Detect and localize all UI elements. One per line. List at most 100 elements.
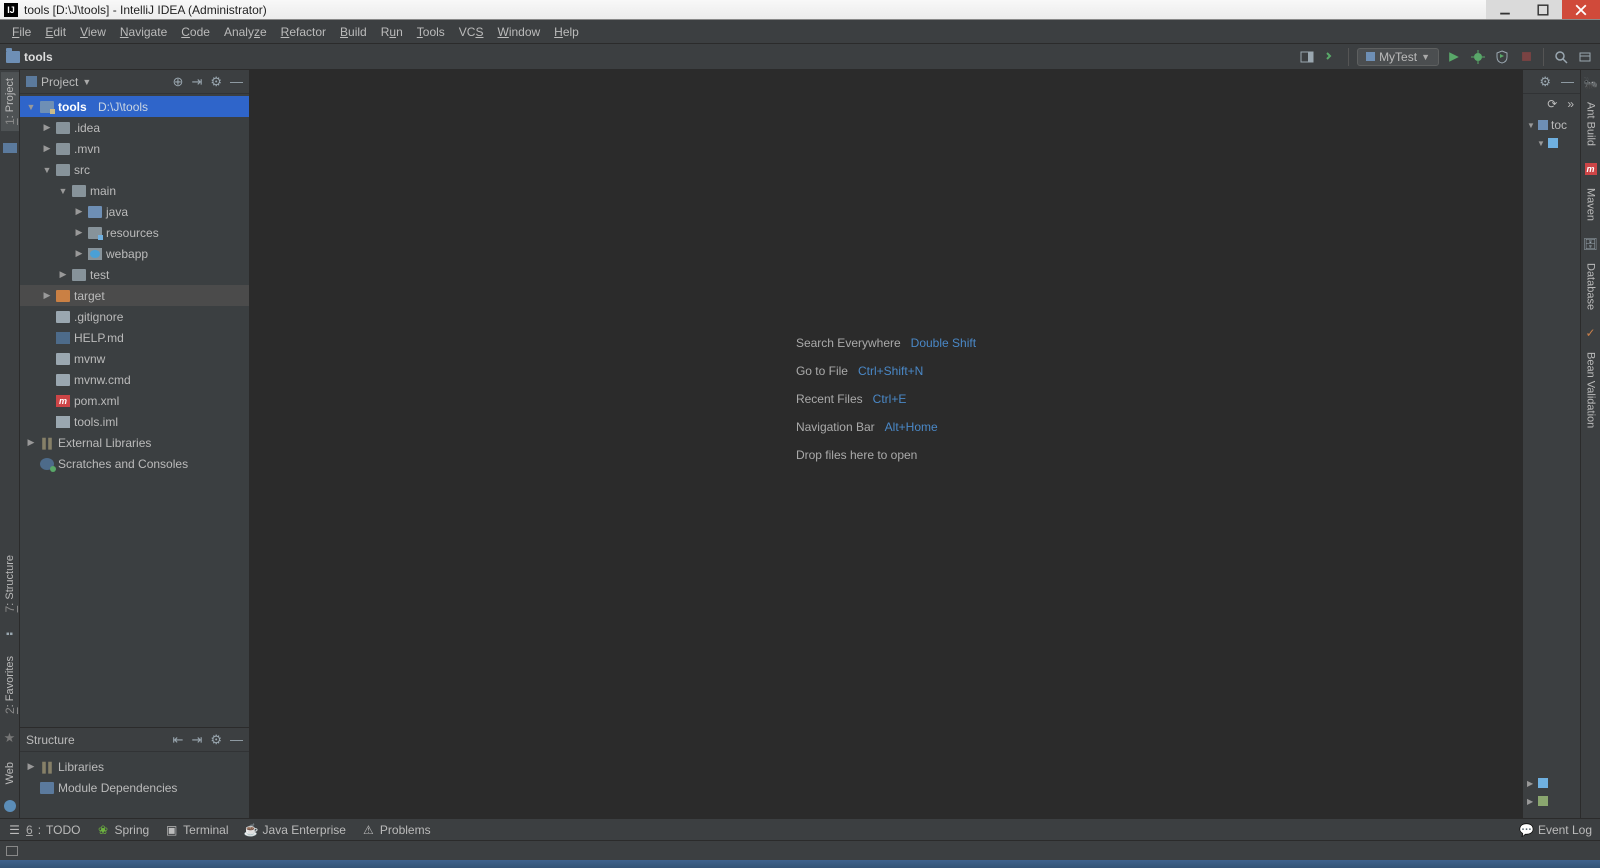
bt-spring[interactable]: ❀Spring <box>96 823 149 837</box>
bt-problems[interactable]: ⚠Problems <box>362 823 431 837</box>
gear-icon[interactable]: ⚙ <box>210 74 222 90</box>
folder-icon <box>72 269 86 281</box>
hide-icon[interactable]: — <box>1561 74 1574 89</box>
tree-node-main[interactable]: main <box>20 180 249 201</box>
event-log-icon: 💬 <box>1520 823 1533 836</box>
menu-help[interactable]: Help <box>548 23 585 41</box>
module-folder-icon <box>40 101 54 113</box>
tab-favorites[interactable]: 2: Favorites <box>1 650 19 720</box>
tab-project[interactable]: 1: Project <box>1 72 19 131</box>
tree-node-src[interactable]: src <box>20 159 249 180</box>
tree-node-test[interactable]: test <box>20 264 249 285</box>
hint-navigation-bar: Navigation BarAlt+Home <box>796 420 976 434</box>
right-tree-root[interactable]: ▼toc <box>1527 116 1576 134</box>
expand-icon[interactable]: ⇤ <box>173 732 184 748</box>
menu-tools[interactable]: Tools <box>411 23 451 41</box>
menu-refactor[interactable]: Refactor <box>275 23 332 41</box>
right-tree-item1[interactable]: ▶ <box>1527 774 1576 792</box>
ant-icon: 🐜 <box>1584 76 1598 90</box>
stop-button[interactable] <box>1517 48 1535 66</box>
sync-icon[interactable] <box>1322 48 1340 66</box>
structure-module-deps[interactable]: Module Dependencies <box>20 777 249 798</box>
more-icon[interactable]: » <box>1567 97 1574 111</box>
search-icon[interactable] <box>1552 48 1570 66</box>
tree-node-scratch[interactable]: Scratches and Consoles <box>20 453 249 474</box>
window-minimize-button[interactable] <box>1486 0 1524 19</box>
menu-view[interactable]: View <box>74 23 112 41</box>
menu-code[interactable]: Code <box>175 23 216 41</box>
locate-icon[interactable]: ⊕ <box>173 74 184 90</box>
refresh-icon[interactable]: ⟳ <box>1547 97 1557 111</box>
tree-node-iml[interactable]: tools.iml <box>20 411 249 432</box>
hide-icon[interactable]: — <box>230 74 243 90</box>
menu-file[interactable]: File <box>6 23 37 41</box>
menu-build[interactable]: Build <box>334 23 373 41</box>
right-tool-stripe: 🐜 Ant Build m Maven 🗄 Database ✓ Bean Va… <box>1580 70 1600 818</box>
module-icon <box>1538 120 1548 130</box>
debug-button[interactable] <box>1469 48 1487 66</box>
markdown-icon <box>56 332 70 344</box>
editor-area[interactable]: Search EverywhereDouble Shift Go to File… <box>250 70 1522 818</box>
project-root-node[interactable]: tools D:\J\tools <box>20 96 249 117</box>
run-button[interactable] <box>1445 48 1463 66</box>
hide-icon[interactable]: — <box>230 732 243 748</box>
structure-libraries[interactable]: ∥∥Libraries <box>20 756 249 777</box>
tree-node-java[interactable]: java <box>20 201 249 222</box>
tree-node-mvn[interactable]: .mvn <box>20 138 249 159</box>
breadcrumb-project[interactable]: tools <box>24 50 53 64</box>
run-configuration-selector[interactable]: MyTest ▼ <box>1357 48 1439 66</box>
bt-event-log[interactable]: 💬Event Log <box>1520 823 1592 837</box>
tab-ant-build[interactable]: Ant Build <box>1583 96 1599 152</box>
right-tree-item2[interactable]: ▶ <box>1527 792 1576 810</box>
gear-icon[interactable]: ⚙ <box>210 732 222 748</box>
tree-node-mvnwcmd[interactable]: mvnw.cmd <box>20 369 249 390</box>
menu-run[interactable]: Run <box>375 23 409 41</box>
folder-icon <box>1548 138 1558 148</box>
ide-settings-icon[interactable] <box>1576 48 1594 66</box>
tab-database[interactable]: Database <box>1583 257 1599 316</box>
window-close-button[interactable] <box>1562 0 1600 19</box>
tree-node-idea[interactable]: .idea <box>20 117 249 138</box>
hint-go-to-file: Go to FileCtrl+Shift+N <box>796 364 976 378</box>
tab-bean-validation[interactable]: Bean Validation <box>1583 346 1599 434</box>
bt-terminal[interactable]: ▣Terminal <box>165 823 228 837</box>
collapse-icon[interactable]: ⇥ <box>191 74 202 90</box>
todo-icon: ☰ <box>8 823 21 836</box>
toggle-preview-icon[interactable] <box>1298 48 1316 66</box>
menu-analyze[interactable]: Analyze <box>218 23 273 41</box>
project-panel-header: Project ▼ ⊕ ⇥ ⚙ — <box>20 70 249 94</box>
bt-todo[interactable]: ☰6: TODO <box>8 823 80 837</box>
window-maximize-button[interactable] <box>1524 0 1562 19</box>
menu-edit[interactable]: Edit <box>39 23 72 41</box>
warning-icon: ⚠ <box>362 823 375 836</box>
project-tree[interactable]: tools D:\J\tools .idea .mvn src main jav… <box>20 94 249 727</box>
menubar: File Edit View Navigate Code Analyze Ref… <box>0 20 1600 44</box>
bt-jee[interactable]: ☕Java Enterprise <box>245 823 346 837</box>
tool-window-quick-access-icon[interactable] <box>6 846 18 856</box>
tree-node-mvnw[interactable]: mvnw <box>20 348 249 369</box>
tree-node-gitignore[interactable]: .gitignore <box>20 306 249 327</box>
tree-node-help[interactable]: HELP.md <box>20 327 249 348</box>
tab-web[interactable]: Web <box>2 756 18 790</box>
menu-vcs[interactable]: VCS <box>453 23 490 41</box>
chevron-down-icon[interactable]: ▼ <box>82 77 91 87</box>
tree-node-target[interactable]: target <box>20 285 249 306</box>
tab-maven[interactable]: Maven <box>1583 182 1599 227</box>
project-view-label[interactable]: Project <box>41 75 78 89</box>
tree-node-webapp[interactable]: webapp <box>20 243 249 264</box>
right-tree-child[interactable]: ▼ <box>1527 134 1576 152</box>
tree-node-extlibs[interactable]: ∥∥External Libraries <box>20 432 249 453</box>
module-icon[interactable] <box>3 143 17 153</box>
right-panel: ⚙ — ⟳ » ▼toc ▼ ▶ ▶ <box>1522 70 1580 818</box>
file-icon <box>56 374 70 386</box>
tree-node-pom[interactable]: mpom.xml <box>20 390 249 411</box>
collapse-icon[interactable]: ⇥ <box>191 732 202 748</box>
tree-node-resources[interactable]: resources <box>20 222 249 243</box>
coverage-button[interactable] <box>1493 48 1511 66</box>
tab-structure[interactable]: 7: Structure <box>1 549 19 618</box>
menu-window[interactable]: Window <box>491 23 546 41</box>
scratch-icon <box>40 458 54 470</box>
editor-hints: Search EverywhereDouble Shift Go to File… <box>796 336 976 462</box>
menu-navigate[interactable]: Navigate <box>114 23 173 41</box>
gear-icon[interactable]: ⚙ <box>1539 74 1551 90</box>
